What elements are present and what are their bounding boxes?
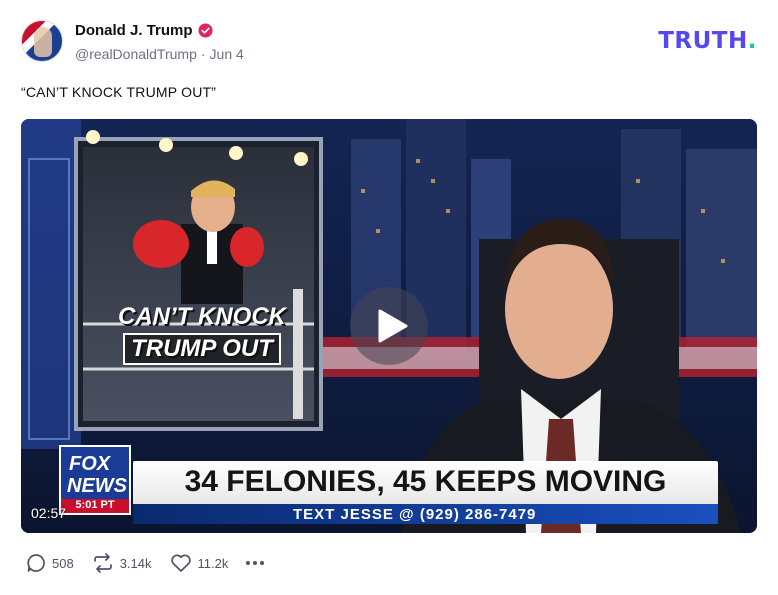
- like-count: 11.2k: [197, 555, 229, 571]
- retruth-button[interactable]: 3.14k: [92, 553, 152, 573]
- network-line2: NEWS: [67, 475, 127, 497]
- author-row: Donald J. Trump: [75, 22, 213, 39]
- play-button[interactable]: [350, 287, 428, 365]
- author-handle[interactable]: @realDonaldTrump: [75, 46, 197, 62]
- reply-button[interactable]: 508: [26, 553, 74, 573]
- network-logo: FOX NEWS 5:01 PT: [59, 445, 131, 515]
- play-icon: [378, 309, 408, 343]
- chyron-sub-text: TEXT JESSE @ (929) 286-7479: [293, 506, 537, 523]
- post-text: “CAN’T KNOCK TRUMP OUT”: [21, 84, 217, 100]
- network-line1: FOX: [69, 453, 111, 475]
- verified-badge-icon: [197, 23, 213, 38]
- retruth-icon: [93, 553, 112, 573]
- reply-count: 508: [52, 555, 74, 571]
- news-chyron: 34 FELONIES, 45 KEEPS MOVING: [133, 461, 718, 507]
- retruth-count: 3.14k: [119, 555, 152, 571]
- avatar[interactable]: [21, 20, 63, 62]
- post-header: Donald J. Trump @realDonaldTrump · Jun 4…: [21, 20, 757, 66]
- network-time: 5:01 PT: [61, 499, 129, 513]
- video-duration: 02:57: [31, 505, 67, 521]
- graphic-line2: TRUMP OUT: [123, 333, 281, 365]
- heart-icon: [170, 554, 191, 572]
- post-meta: @realDonaldTrump · Jun 4: [75, 46, 244, 62]
- meta-separator: ·: [200, 46, 206, 62]
- video-player[interactable]: CAN’T KNOCK TRUMP OUT FOX NEWS 5:01 PT 3…: [21, 119, 757, 533]
- post-actions: 508 3.14k 11.2k: [26, 553, 265, 573]
- more-button[interactable]: [246, 561, 265, 565]
- graphic-line1: CAN’T KNOCK: [118, 303, 286, 330]
- logo-dot: .: [747, 28, 757, 54]
- comment-icon: [27, 554, 45, 572]
- author-name[interactable]: Donald J. Trump: [75, 22, 193, 39]
- like-button[interactable]: 11.2k: [170, 553, 229, 573]
- video-graphic-title: CAN’T KNOCK TRUMP OUT: [107, 303, 297, 365]
- chyron-text: 34 FELONIES, 45 KEEPS MOVING: [184, 465, 667, 498]
- logo-text: TRUTH: [658, 28, 748, 54]
- truth-logo[interactable]: TRUTH.: [658, 28, 757, 54]
- more-icon: [246, 561, 251, 565]
- chyron-subline: TEXT JESSE @ (929) 286-7479: [133, 504, 718, 524]
- post-date[interactable]: Jun 4: [210, 46, 244, 62]
